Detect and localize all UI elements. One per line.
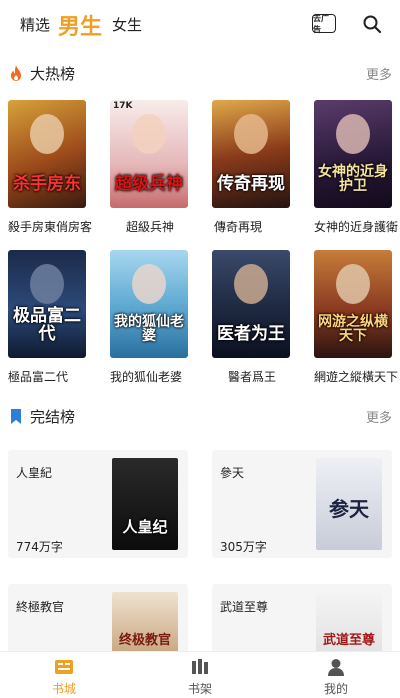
nav-profile[interactable]: 我的 <box>296 652 376 698</box>
book-title: 網遊之縱橫天下 <box>314 370 399 384</box>
book-title: 傳奇再現 <box>214 220 263 234</box>
bookstore-icon <box>55 660 73 674</box>
book-title: 我的狐仙老婆 <box>110 370 183 384</box>
book-item[interactable]: 传奇再现 傳奇再現 <box>212 100 290 235</box>
book-cover[interactable]: 女神的近身护卫 <box>314 100 392 208</box>
book-cover[interactable]: 我的狐仙老婆 <box>110 250 188 358</box>
nav-bookshelf[interactable]: 书架 <box>160 652 240 698</box>
more-link[interactable]: 更多 <box>366 407 392 426</box>
word-count: 305万字 <box>220 540 267 554</box>
finished-book-card[interactable]: 參天 305万字 参天 <box>212 450 392 558</box>
search-icon[interactable] <box>362 14 382 34</box>
book-cover[interactable]: 医者为王 <box>212 250 290 358</box>
remove-ads-button[interactable]: 去广告 <box>312 14 336 34</box>
top-bar: 精选 男生 女生 去广告 <box>0 0 400 50</box>
nav-bookstore[interactable]: 书城 <box>24 652 104 698</box>
tab-female[interactable]: 女生 <box>112 14 142 35</box>
book-cover[interactable]: 传奇再现 <box>212 100 290 208</box>
tab-featured[interactable]: 精选 <box>20 14 50 35</box>
book-title: 女神的近身護衛 <box>314 220 399 234</box>
book-title: 醫者爲王 <box>228 370 277 384</box>
section-title: 完结榜 <box>30 408 76 426</box>
section-title: 大热榜 <box>30 65 76 83</box>
hot-section-header: 大热榜 更多 <box>0 62 400 86</box>
word-count: 774万字 <box>16 540 63 554</box>
nav-label: 书架 <box>187 682 212 696</box>
bookmark-icon <box>11 409 21 424</box>
book-item[interactable]: 医者为王 醫者爲王 <box>212 250 290 385</box>
book-item[interactable]: 网游之纵横天下 網遊之縱橫天下 <box>314 250 399 385</box>
tab-male[interactable]: 男生 <box>58 9 102 41</box>
book-cover[interactable]: 极品富二代 <box>8 250 86 358</box>
profile-icon <box>328 659 344 676</box>
book-item[interactable]: 杀手房东 殺手房東俏房客 <box>8 100 93 235</box>
flame-icon <box>11 65 21 81</box>
book-item[interactable]: 17K 超级兵神 超級兵神 <box>110 100 188 235</box>
nav-label: 我的 <box>323 682 348 696</box>
bottom-nav: 书城 书架 我的 <box>0 651 400 698</box>
book-title: 武道至尊 <box>220 600 269 614</box>
book-title: 人皇紀 <box>16 466 53 480</box>
book-item[interactable]: 我的狐仙老婆 我的狐仙老婆 <box>110 250 188 385</box>
book-cover[interactable]: 参天 <box>316 458 382 550</box>
more-link[interactable]: 更多 <box>366 64 392 83</box>
book-title: 殺手房東俏房客 <box>8 220 93 234</box>
book-title: 極品富二代 <box>8 370 69 384</box>
book-title: 終極教官 <box>16 600 65 614</box>
book-cover[interactable]: 17K 超级兵神 <box>110 100 188 208</box>
book-title: 參天 <box>220 466 245 480</box>
book-cover[interactable]: 网游之纵横天下 <box>314 250 392 358</box>
book-item[interactable]: 女神的近身护卫 女神的近身護衛 <box>314 100 399 235</box>
book-item[interactable]: 极品富二代 極品富二代 <box>8 250 86 385</box>
finished-section-header: 完结榜 更多 <box>0 405 400 429</box>
book-title: 超級兵神 <box>126 220 175 234</box>
finished-book-card[interactable]: 人皇紀 774万字 人皇纪 <box>8 450 188 558</box>
book-cover[interactable]: 人皇纪 <box>112 458 178 550</box>
bookshelf-icon <box>192 659 208 674</box>
book-cover[interactable]: 杀手房东 <box>8 100 86 208</box>
nav-label: 书城 <box>51 682 76 696</box>
